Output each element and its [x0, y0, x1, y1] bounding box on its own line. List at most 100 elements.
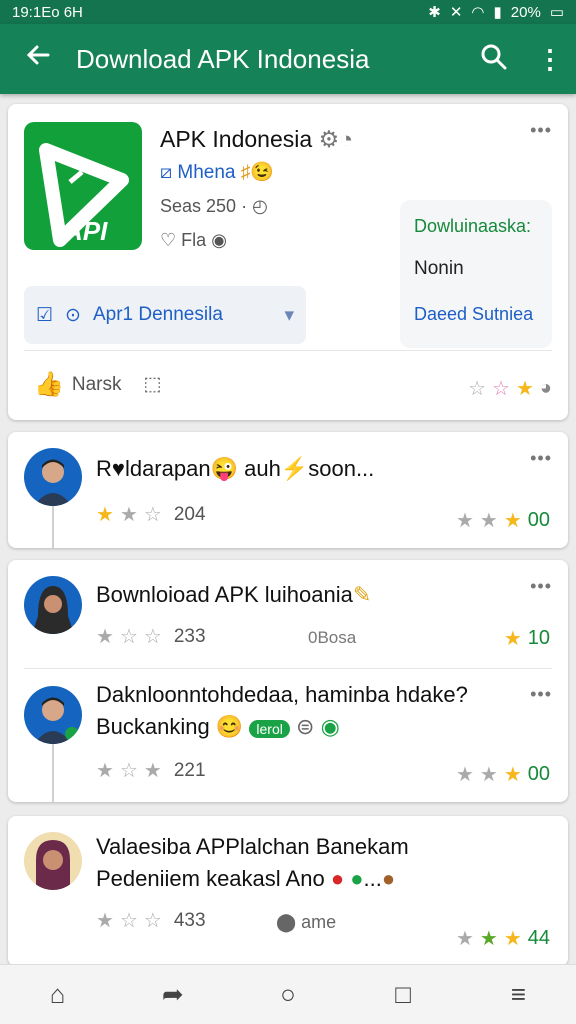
- review-score[interactable]: ★ ★ ★ 00: [456, 508, 550, 533]
- review-card: Valaesiba APPlalchan Banekam Pedeniiem k…: [8, 816, 568, 966]
- meta-rating: ♡ Fla ◉: [160, 230, 227, 250]
- checkbox-icon: ☑: [36, 304, 54, 326]
- star-icon: ★: [515, 378, 534, 400]
- settings-icon: ⚙: [318, 126, 340, 152]
- clock-icon: ◴: [252, 196, 268, 216]
- chevron-down-icon: ▾: [284, 304, 294, 326]
- score-value: 44: [527, 927, 550, 949]
- home-icon[interactable]: ⌂: [28, 979, 88, 1010]
- logo-text: API: [64, 216, 108, 246]
- smile-emoji-icon: 😉: [250, 162, 274, 183]
- card-more-icon[interactable]: •••: [530, 684, 552, 705]
- smile-emoji-icon: 😊: [215, 714, 244, 739]
- download-info-link[interactable]: Daeed Sutniea: [414, 304, 533, 325]
- review-title-line2: Buckanking 😊 lerol ⊜ ◉: [96, 714, 340, 739]
- chat-icon: ⬤: [276, 912, 297, 932]
- review-title-line2: Pedeniiem keakasl Ano ● ●...●: [96, 866, 396, 891]
- download-info-box: Dowluinaaska: Nonin Daeed Sutniea: [400, 200, 552, 348]
- thread-line: [52, 744, 54, 802]
- search-circle-icon: ⊙: [65, 304, 81, 326]
- share-icon[interactable]: ➦: [143, 979, 203, 1010]
- arrow-left-icon: [26, 45, 50, 65]
- meta-downloads: Seas 250 · ◴: [160, 196, 268, 216]
- tag-badge: lerol: [249, 720, 290, 738]
- tag-icon: ⧄: [160, 162, 173, 183]
- check-emoji-icon: ●: [350, 866, 364, 891]
- heart-icon: ♡: [160, 230, 177, 250]
- avatar[interactable]: [24, 832, 82, 890]
- app-rating-stars[interactable]: ☆ ☆ ★ ◕: [468, 376, 552, 401]
- review-title: R♥ldarapan😜 auh⚡soon...: [96, 456, 375, 481]
- review-title: Daknloonntohdedaa, haminba hdake?: [96, 682, 468, 707]
- battery-icon: ▭: [549, 4, 564, 21]
- app-bar: Download APK Indonesia ⋮: [0, 24, 576, 94]
- grin-emoji-icon: 😜: [210, 456, 238, 481]
- more-button[interactable]: ⋮: [524, 44, 576, 75]
- avatar[interactable]: [24, 576, 82, 634]
- review-stars: ★ ★ ☆ 204: [96, 503, 206, 527]
- review-score[interactable]: ★ ★ ★ 00: [456, 762, 550, 787]
- lightning-icon: ⚡: [280, 456, 309, 481]
- status-bar: 19:1Eo 6H ✱ ✕ ◠ ▮ 20% ▭: [0, 0, 576, 24]
- score-value: 00: [527, 763, 550, 785]
- review-title: Valaesiba APPlalchan Banekam: [96, 834, 409, 859]
- bear-emoji-icon: ●: [381, 866, 396, 891]
- star-icon: ☆: [492, 378, 510, 400]
- status-time: 19:1Eo 6H: [12, 3, 83, 21]
- card-more-icon[interactable]: •••: [530, 576, 552, 597]
- pencil-icon: ✎: [352, 582, 372, 607]
- rating-count: 433: [173, 909, 206, 931]
- mute-icon: ✕: [449, 4, 463, 21]
- battery-percent: 20%: [510, 3, 541, 21]
- like-label: Narsk: [71, 373, 122, 395]
- search-icon: [481, 44, 507, 69]
- back-button[interactable]: [0, 41, 76, 77]
- emoji-icon: ◕: [539, 377, 552, 399]
- thumbs-up-icon: 👍: [34, 371, 64, 398]
- review-stars: ★ ☆ ☆ 233: [96, 625, 206, 649]
- info-icon: ◉: [211, 230, 227, 250]
- search-button[interactable]: [464, 43, 524, 76]
- score-value: 00: [527, 509, 550, 531]
- square-icon[interactable]: □: [373, 979, 433, 1010]
- like-button[interactable]: 👍 Narsk ⬚: [34, 370, 161, 399]
- review-score[interactable]: ★ ★ ★ 44: [456, 926, 550, 951]
- divider: [24, 668, 552, 669]
- bottom-navigation: ⌂ ➦ ○ □ ≡: [0, 964, 576, 1024]
- review-stars: ★ ☆ ★ 221: [96, 759, 206, 783]
- page-title: Download APK Indonesia: [76, 43, 370, 74]
- review-card: ••• Bownloioad APK luihoania✎ ★ ☆ ☆ 233 0B…: [8, 560, 568, 802]
- review-title: Bownloioad APK luihoania✎: [96, 582, 372, 607]
- app-card: ••• API APK Indonesia ⚙◔ ⧄ Mhena ♯😉 Seas…: [8, 104, 568, 420]
- avatar[interactable]: [24, 686, 82, 744]
- score-value: 10: [527, 627, 550, 649]
- robot-emoji-icon: ⊜: [296, 714, 315, 739]
- rating-count: 233: [173, 625, 206, 647]
- dropdown-label: Apr1 Dennesila: [92, 304, 223, 325]
- menu-icon[interactable]: ≡: [488, 979, 548, 1010]
- thread-line: [52, 506, 54, 548]
- signal-icon: ▮: [493, 4, 502, 21]
- bluetooth-icon: ✱: [428, 4, 441, 21]
- review-score[interactable]: ★ 10: [504, 626, 550, 651]
- download-info-title: Dowluinaaska:: [414, 216, 532, 236]
- verified-icon: ◔: [339, 126, 354, 152]
- whatsapp-icon: ◉: [320, 714, 340, 739]
- rating-count: 221: [173, 759, 206, 781]
- comment-icon: ⬚: [143, 374, 162, 395]
- review-middle: ⬤ ame: [276, 912, 337, 932]
- app-logo: API: [24, 122, 142, 250]
- review-card: ••• R♥ldarapan😜 auh⚡soon... ★ ★ ☆ 204 ★ ★ ★ …: [8, 432, 568, 548]
- star-icon: ☆: [468, 378, 487, 400]
- divider: [24, 350, 552, 351]
- version-dropdown[interactable]: ☑ ⊙ Apr1 Dennesila ▾: [24, 286, 306, 344]
- card-more-icon[interactable]: •••: [530, 448, 552, 469]
- circle-icon[interactable]: ○: [258, 979, 318, 1010]
- status-icons: ✱ ✕ ◠ ▮ 20% ▭: [428, 3, 564, 22]
- app-name: APK Indonesia ⚙◔: [160, 126, 354, 152]
- developer-name[interactable]: ⧄ Mhena ♯😉: [160, 160, 274, 184]
- card-more-icon[interactable]: •••: [530, 120, 552, 141]
- wifi-icon: ◠: [471, 4, 485, 21]
- avatar[interactable]: [24, 448, 82, 506]
- review-middle-text: 0Bosa: [308, 628, 357, 647]
